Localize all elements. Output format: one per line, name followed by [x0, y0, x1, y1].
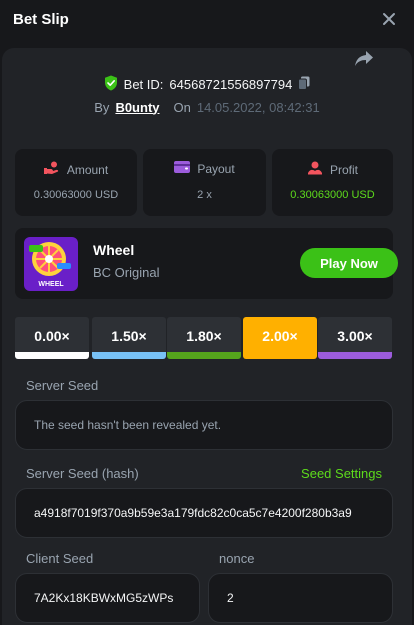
amount-icon: [43, 161, 60, 178]
bet-slip-dialog: Bet Slip Bet ID: 64568721556897794 By B0…: [0, 0, 414, 625]
username-link[interactable]: B0unty: [115, 100, 159, 115]
bet-meta-row: By B0unty On 14.05.2022, 08:42:31: [0, 98, 414, 116]
server-seed-hash-label: Server Seed (hash): [26, 466, 139, 481]
multiplier-label: 1.50×: [111, 328, 147, 344]
multiplier-strip: 0.00× 1.50× 1.80× 2.00× 3.00×: [15, 317, 414, 359]
multiplier-0-00[interactable]: 0.00×: [15, 317, 89, 359]
profit-label: Profit: [329, 162, 358, 177]
amount-card: Amount 0.30063000 USD: [15, 149, 137, 216]
close-icon[interactable]: [378, 8, 400, 30]
multiplier-color-bar: [167, 352, 241, 359]
multiplier-color-bar: [92, 352, 166, 359]
by-label: By: [94, 99, 110, 115]
multiplier-label: 0.00×: [34, 328, 70, 344]
shield-check-icon: [104, 75, 118, 94]
thumb-text: WHEEL: [38, 281, 64, 288]
copy-icon[interactable]: [298, 76, 310, 93]
client-seed-label: Client Seed: [26, 551, 94, 566]
game-card: WHEEL Wheel BC Original Play Now: [15, 228, 398, 299]
profit-card: Profit 0.30063000 USD: [272, 149, 393, 216]
bet-id-label: Bet ID:: [123, 76, 164, 92]
multiplier-3-00[interactable]: 3.00×: [318, 317, 392, 359]
dialog-title: Bet Slip: [13, 11, 69, 28]
payout-label: Payout: [197, 161, 235, 176]
server-seed-hash-field[interactable]: a4918f7019f370a9b59e3a179fdc82c0ca5c7e42…: [15, 488, 393, 538]
amount-value: 0.30063000 USD: [33, 189, 119, 201]
nonce-field[interactable]: 2: [208, 573, 393, 623]
multiplier-color-bar: [318, 352, 392, 359]
payout-value: 2 x: [197, 189, 212, 201]
client-seed-field[interactable]: 7A2Kx18KBWxMG5zWPs: [15, 573, 200, 623]
game-name: Wheel: [93, 242, 135, 258]
wheel-game-thumbnail[interactable]: WHEEL: [24, 237, 78, 291]
amount-label: Amount: [66, 162, 109, 177]
server-seed-label: Server Seed: [26, 378, 99, 393]
on-label: On: [173, 99, 191, 115]
nonce-label: nonce: [219, 551, 255, 566]
multiplier-1-50[interactable]: 1.50×: [92, 317, 166, 359]
multiplier-color-bar: [15, 352, 89, 359]
bet-id-row: Bet ID: 64568721556897794: [0, 74, 414, 94]
payout-card: Payout 2 x: [143, 149, 266, 216]
wallet-icon: [174, 161, 191, 176]
game-subtitle: BC Original: [93, 265, 160, 280]
server-seed-field[interactable]: The seed hasn't been revealed yet.: [15, 400, 393, 450]
multiplier-label: 1.80×: [186, 328, 222, 344]
bet-id-value: 64568721556897794: [169, 76, 293, 92]
multiplier-label: 2.00×: [262, 328, 298, 344]
profit-icon: [307, 161, 323, 178]
bet-date: 14.05.2022, 08:42:31: [196, 99, 320, 115]
play-now-button[interactable]: Play Now: [300, 248, 398, 278]
share-icon[interactable]: [354, 50, 374, 68]
profit-value: 0.30063000 USD: [290, 189, 375, 201]
multiplier-label: 3.00×: [337, 328, 373, 344]
seed-settings-link[interactable]: Seed Settings: [301, 466, 382, 481]
multiplier-1-80[interactable]: 1.80×: [167, 317, 241, 359]
multiplier-2-00-selected[interactable]: 2.00×: [243, 317, 317, 359]
dialog-header: Bet Slip: [0, 0, 414, 44]
